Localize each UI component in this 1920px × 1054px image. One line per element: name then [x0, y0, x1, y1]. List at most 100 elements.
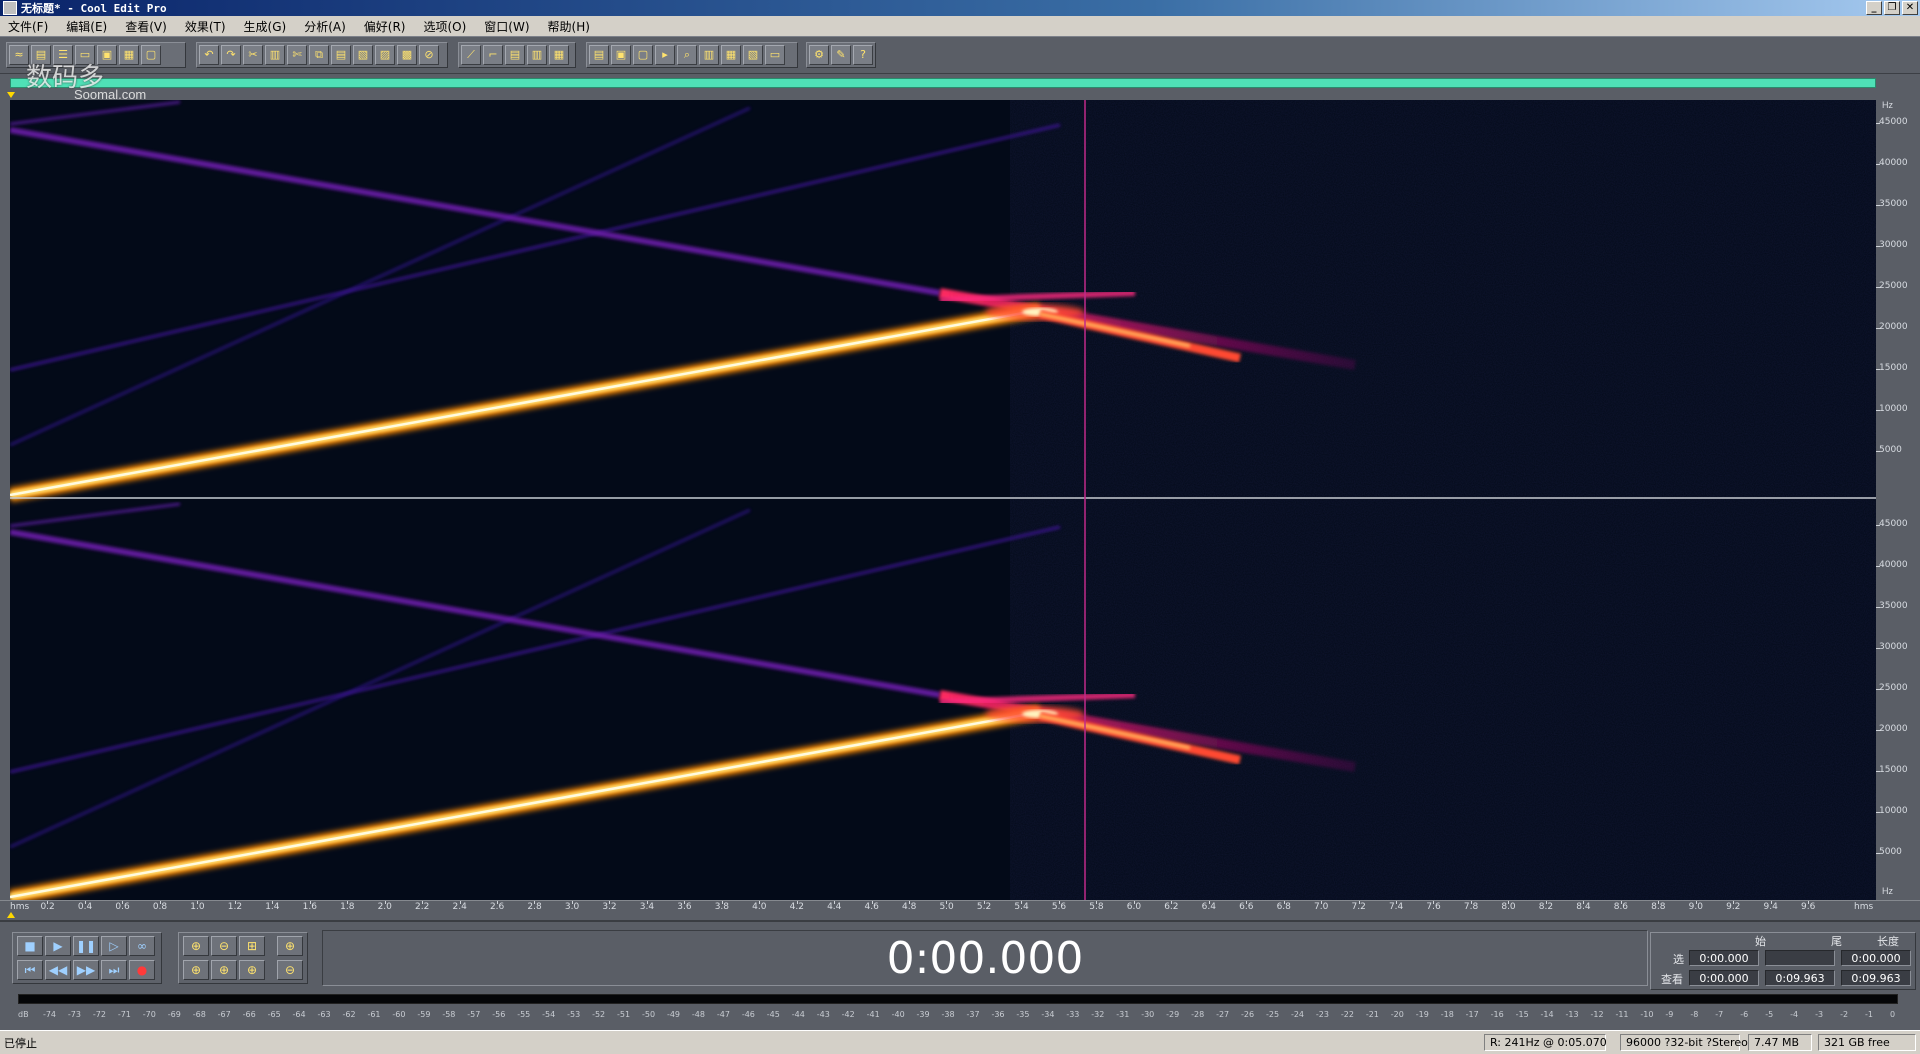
- time-label: 2.6: [489, 902, 505, 912]
- end-marker-icon[interactable]: [7, 912, 15, 918]
- delay-icon[interactable]: ▢: [633, 45, 653, 65]
- settings-icon[interactable]: ⚙: [809, 45, 829, 65]
- properties-icon[interactable]: ▢: [141, 45, 161, 65]
- time-label: 0.8: [152, 902, 168, 912]
- level-label: -61: [367, 1010, 381, 1019]
- silence-icon[interactable]: ▩: [397, 45, 417, 65]
- time-unit-end: hms: [1854, 902, 1874, 912]
- freq-label: 10000: [1879, 404, 1908, 414]
- copy-icon[interactable]: ⧉: [309, 45, 329, 65]
- status-size: 7.47 MB: [1748, 1034, 1812, 1051]
- level-label: -7: [1715, 1010, 1724, 1019]
- menu-view[interactable]: 查看(V): [123, 18, 169, 35]
- zoom-out-vertical-button[interactable]: ⊖: [277, 960, 303, 980]
- restore-button[interactable]: ❐: [1884, 1, 1900, 15]
- sel-header-end: 尾: [1831, 935, 1842, 948]
- sel-header-start: 始: [1755, 935, 1766, 948]
- time-label: 6.0: [1126, 902, 1142, 912]
- normalize-icon[interactable]: ▤: [505, 45, 525, 65]
- menu-analyze[interactable]: 分析(A): [302, 18, 348, 35]
- forward-button[interactable]: ▶▶: [73, 960, 99, 980]
- app-icon[interactable]: [3, 1, 17, 15]
- time-ruler[interactable]: hms hms 0.2 0.4 0.6 0.8 1.0 1.2 1.4 1.6 1.8 2.0 2.…: [0, 900, 1920, 916]
- menu-options[interactable]: 选项(O): [421, 18, 468, 35]
- help-icon[interactable]: ?: [853, 45, 873, 65]
- stretch-icon[interactable]: ▥: [527, 45, 547, 65]
- zoom-right-button[interactable]: ⊕: [211, 960, 237, 980]
- undo-icon[interactable]: ↶: [199, 45, 219, 65]
- zoom-full-button[interactable]: ⊞: [239, 936, 265, 956]
- menu-window[interactable]: 窗口(W): [482, 18, 531, 35]
- menu-edit[interactable]: 编辑(E): [64, 18, 109, 35]
- cool-edit-window: 无标题* - Cool Edit Pro _ ❐ ✕ 文件(F) 编辑(E) 查…: [0, 0, 1920, 1054]
- reverb-icon[interactable]: ▸: [655, 45, 675, 65]
- zoom-out-horizontal-button[interactable]: ⊖: [211, 936, 237, 956]
- pitch-icon[interactable]: ▥: [699, 45, 719, 65]
- level-label: -48: [691, 1010, 705, 1019]
- view-end-field[interactable]: 0:09.963: [1765, 970, 1835, 986]
- record-button[interactable]: ●: [129, 960, 155, 980]
- cut-tool-icon[interactable]: ✂: [243, 45, 263, 65]
- start-marker-icon[interactable]: [7, 92, 15, 98]
- time-label: 4.0: [752, 902, 767, 912]
- level-meter-bar: [18, 994, 1898, 1004]
- close-button[interactable]: ✕: [1902, 1, 1918, 15]
- zoom-selection-button[interactable]: ⊕: [239, 960, 265, 980]
- mix-paste-icon[interactable]: ▧: [353, 45, 373, 65]
- view-length-field[interactable]: 0:09.963: [1841, 970, 1911, 986]
- level-label: -21: [1365, 1010, 1379, 1019]
- time-label: 0.4: [77, 902, 93, 912]
- play-button[interactable]: ▶: [45, 936, 71, 956]
- cut-icon[interactable]: ✄: [287, 45, 307, 65]
- toolbar-group-help: ⚙ ✎ ?: [806, 42, 876, 68]
- loop-button[interactable]: ∞: [129, 936, 155, 956]
- mute-icon[interactable]: ⊘: [419, 45, 439, 65]
- trim-icon[interactable]: ▨: [375, 45, 395, 65]
- menu-generate[interactable]: 生成(G): [242, 18, 289, 35]
- script-icon[interactable]: ✎: [831, 45, 851, 65]
- chorus-icon[interactable]: ▣: [611, 45, 631, 65]
- level-label: -16: [1490, 1010, 1504, 1019]
- sel-length-field[interactable]: 0:00.000: [1841, 950, 1911, 966]
- loop-icon[interactable]: ▦: [721, 45, 741, 65]
- menu-favorites[interactable]: 偏好(R): [362, 18, 408, 35]
- info-icon[interactable]: ▧: [743, 45, 763, 65]
- title-bar: 无标题* - Cool Edit Pro _ ❐ ✕: [0, 0, 1920, 16]
- zoom-left-button[interactable]: ⊕: [183, 960, 209, 980]
- filter-icon[interactable]: ⌕: [677, 45, 697, 65]
- level-label: -11: [1615, 1010, 1629, 1019]
- go-end-button[interactable]: ⏭: [101, 960, 127, 980]
- fade-icon[interactable]: ⌐: [483, 45, 503, 65]
- meter-icon[interactable]: ▭: [765, 45, 785, 65]
- freq-label: 40000: [1879, 560, 1908, 570]
- level-label: -26: [1241, 1010, 1255, 1019]
- pause-button[interactable]: ❚❚: [73, 936, 99, 956]
- paste-icon[interactable]: ▤: [331, 45, 351, 65]
- level-label: -45: [766, 1010, 780, 1019]
- level-label: -52: [592, 1010, 606, 1019]
- eq-icon[interactable]: ▤: [589, 45, 609, 65]
- menu-effects[interactable]: 效果(T): [183, 18, 228, 35]
- play-to-end-button[interactable]: ▷: [101, 936, 127, 956]
- select-tool-icon[interactable]: ▥: [265, 45, 285, 65]
- menu-help[interactable]: 帮助(H): [546, 18, 592, 35]
- time-label: 9.0: [1688, 902, 1703, 912]
- save-all-icon[interactable]: ▦: [119, 45, 139, 65]
- zoom-in-horizontal-button[interactable]: ⊕: [183, 936, 209, 956]
- rewind-button[interactable]: ◀◀: [45, 960, 71, 980]
- noise-icon[interactable]: ▦: [549, 45, 569, 65]
- view-start-field[interactable]: 0:00.000: [1689, 970, 1759, 986]
- stop-button[interactable]: ■: [17, 936, 43, 956]
- envelope-icon[interactable]: ⟋: [461, 45, 481, 65]
- sel-start-field[interactable]: 0:00.000: [1689, 950, 1759, 966]
- level-label: -32: [1091, 1010, 1105, 1019]
- overview-bar[interactable]: [10, 78, 1876, 88]
- menu-file[interactable]: 文件(F): [6, 18, 50, 35]
- redo-icon[interactable]: ↷: [221, 45, 241, 65]
- minimize-button[interactable]: _: [1866, 1, 1882, 15]
- sel-end-field[interactable]: [1765, 950, 1835, 966]
- spectral-display[interactable]: [10, 100, 1876, 900]
- level-label: -13: [1565, 1010, 1579, 1019]
- go-start-button[interactable]: ⏮: [17, 960, 43, 980]
- zoom-in-vertical-button[interactable]: ⊕: [277, 936, 303, 956]
